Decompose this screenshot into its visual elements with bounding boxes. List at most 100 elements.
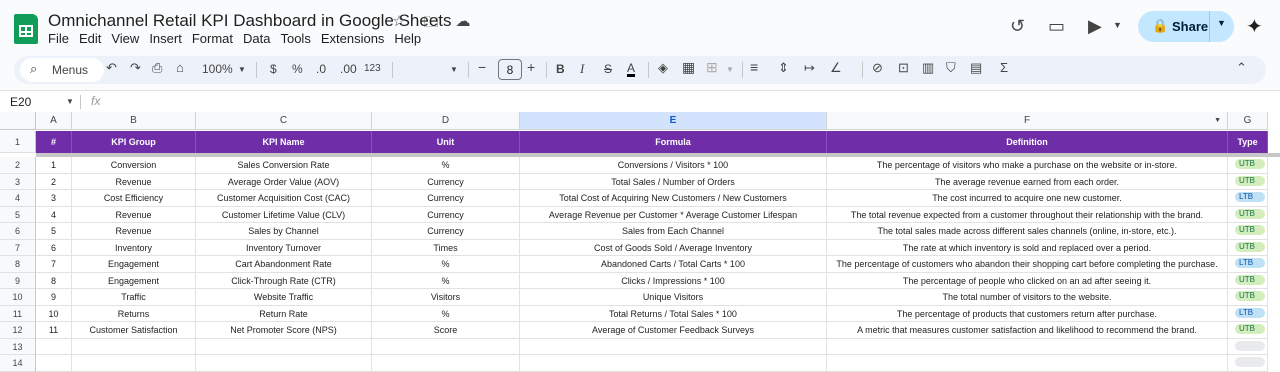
percent-format-button[interactable]: % bbox=[292, 62, 303, 76]
table-cell[interactable]: The average revenue earned from each ord… bbox=[827, 173, 1228, 190]
column-header-a[interactable]: A bbox=[36, 112, 72, 130]
row-header[interactable]: 3 bbox=[0, 173, 36, 190]
name-box-dropdown-icon[interactable]: ▼ bbox=[66, 97, 74, 106]
font-dropdown-icon[interactable]: ▼ bbox=[450, 65, 458, 74]
table-cell[interactable]: The rate at which inventory is sold and … bbox=[827, 239, 1228, 256]
table-cell[interactable]: The percentage of people who clicked on … bbox=[827, 272, 1228, 289]
redo-icon[interactable]: ↷ bbox=[130, 60, 141, 76]
type-dropdown-chip[interactable]: UTB bbox=[1235, 159, 1265, 169]
print-icon[interactable]: ⎙ bbox=[152, 60, 162, 76]
table-cell[interactable]: % bbox=[372, 305, 520, 322]
share-button[interactable]: 🔒 Share ▼ bbox=[1138, 11, 1234, 42]
type-cell[interactable]: LTB bbox=[1228, 190, 1268, 207]
type-cell[interactable]: UTB bbox=[1228, 223, 1268, 240]
table-cell[interactable]: 3 bbox=[36, 190, 72, 207]
type-dropdown-chip[interactable]: UTB bbox=[1235, 175, 1265, 186]
filter-dropdown-icon[interactable]: ▼ bbox=[1214, 112, 1221, 130]
filter-icon[interactable]: ⛉ bbox=[946, 60, 956, 76]
type-cell[interactable]: UTB bbox=[1228, 322, 1268, 339]
table-cell[interactable]: Total Cost of Acquiring New Customers / … bbox=[520, 190, 827, 207]
row-header[interactable]: 1 bbox=[0, 131, 36, 153]
table-cell[interactable]: Average Order Value (AOV) bbox=[196, 173, 372, 190]
column-header-b[interactable]: B bbox=[72, 112, 196, 130]
merge-dropdown-icon[interactable]: ▼ bbox=[726, 65, 734, 74]
table-cell[interactable]: Net Promoter Score (NPS) bbox=[196, 322, 372, 339]
insert-comment-icon[interactable]: ⊡ bbox=[898, 60, 909, 76]
menu-format[interactable]: Format bbox=[192, 31, 233, 46]
column-header-d[interactable]: D bbox=[372, 112, 520, 130]
borders-icon[interactable]: ▦ bbox=[682, 59, 695, 76]
empty-dropdown-chip[interactable] bbox=[1235, 340, 1265, 351]
table-cell[interactable] bbox=[196, 338, 372, 355]
table-cell[interactable]: Inventory bbox=[72, 239, 196, 256]
column-header-f[interactable]: F ▼ bbox=[827, 112, 1228, 130]
table-cell[interactable]: Currency bbox=[372, 223, 520, 240]
table-cell[interactable] bbox=[36, 355, 72, 372]
gemini-icon[interactable]: ✦ bbox=[1246, 14, 1263, 39]
comments-icon[interactable]: ▭ bbox=[1048, 16, 1065, 37]
table-cell[interactable]: 2 bbox=[36, 173, 72, 190]
table-cell[interactable] bbox=[72, 355, 196, 372]
row-header[interactable]: 10 bbox=[0, 289, 36, 306]
table-cell[interactable]: Inventory Turnover bbox=[196, 239, 372, 256]
table-cell[interactable] bbox=[520, 355, 827, 372]
table-cell[interactable]: Currency bbox=[372, 206, 520, 223]
table-cell[interactable] bbox=[520, 338, 827, 355]
table-cell[interactable] bbox=[372, 338, 520, 355]
strikethrough-button[interactable]: S bbox=[604, 62, 612, 76]
table-cell[interactable]: Visitors bbox=[372, 289, 520, 306]
table-cell[interactable]: Traffic bbox=[72, 289, 196, 306]
table-cell[interactable]: Returns bbox=[72, 305, 196, 322]
table-cell[interactable]: Customer Lifetime Value (CLV) bbox=[196, 206, 372, 223]
table-cell[interactable]: Revenue bbox=[72, 206, 196, 223]
type-cell[interactable]: UTB bbox=[1228, 173, 1268, 190]
menu-tools[interactable]: Tools bbox=[280, 31, 310, 46]
table-cell[interactable]: 11 bbox=[36, 322, 72, 339]
share-dropdown-icon[interactable]: ▼ bbox=[1217, 18, 1226, 28]
select-all-corner[interactable] bbox=[0, 112, 36, 130]
sheets-logo-icon[interactable] bbox=[14, 14, 38, 44]
table-cell[interactable]: A metric that measures customer satisfac… bbox=[827, 322, 1228, 339]
spreadsheet-grid[interactable]: A B C D E F ▼ G 1 2 3 4 5 6 7 8 9 10 11 12 13 14 # KPI Group KPI… bbox=[0, 112, 1280, 372]
table-cell[interactable]: Total Returns / Total Sales * 100 bbox=[520, 305, 827, 322]
undo-icon[interactable]: ↶ bbox=[106, 60, 117, 76]
menu-help[interactable]: Help bbox=[394, 31, 421, 46]
column-header-c[interactable]: C bbox=[196, 112, 372, 130]
type-dropdown-chip[interactable]: LTB bbox=[1235, 307, 1265, 318]
menu-data[interactable]: Data bbox=[243, 31, 270, 46]
table-cell[interactable]: Abandoned Carts / Total Carts * 100 bbox=[520, 256, 827, 273]
meet-icon[interactable]: ▶ bbox=[1088, 16, 1102, 37]
table-cell[interactable]: Conversions / Visitors * 100 bbox=[520, 157, 827, 174]
table-cell[interactable]: The percentage of products that customer… bbox=[827, 305, 1228, 322]
table-cell[interactable]: The total revenue expected from a custom… bbox=[827, 206, 1228, 223]
table-cell[interactable]: Clicks / Impressions * 100 bbox=[520, 272, 827, 289]
table-cell[interactable]: Cost Efficiency bbox=[72, 190, 196, 207]
more-formats-button[interactable]: 123 bbox=[364, 63, 381, 74]
empty-dropdown-chip[interactable] bbox=[1235, 357, 1265, 367]
table-cell[interactable]: Currency bbox=[372, 190, 520, 207]
cloud-status-icon[interactable]: ☁ bbox=[452, 12, 474, 37]
zoom-select[interactable]: 100% bbox=[202, 62, 233, 76]
type-dropdown-chip[interactable]: LTB bbox=[1235, 258, 1265, 268]
table-cell[interactable] bbox=[36, 338, 72, 355]
table-cell[interactable]: Customer Acquisition Cost (CAC) bbox=[196, 190, 372, 207]
table-cell[interactable]: Return Rate bbox=[196, 305, 372, 322]
table-cell[interactable]: Website Traffic bbox=[196, 289, 372, 306]
table-cell[interactable]: The cost incurred to acquire one new cus… bbox=[827, 190, 1228, 207]
row-header[interactable]: 7 bbox=[0, 239, 36, 256]
table-cell[interactable]: 4 bbox=[36, 206, 72, 223]
type-dropdown-chip[interactable]: UTB bbox=[1235, 324, 1265, 334]
table-cell[interactable]: Cart Abandonment Rate bbox=[196, 256, 372, 273]
history-icon[interactable]: ↺ bbox=[1010, 16, 1025, 37]
type-cell[interactable]: UTB bbox=[1228, 272, 1268, 289]
table-cell[interactable]: % bbox=[372, 157, 520, 174]
functions-button[interactable]: Σ bbox=[1000, 60, 1008, 75]
type-dropdown-chip[interactable]: UTB bbox=[1235, 241, 1265, 252]
type-cell[interactable]: LTB bbox=[1228, 305, 1268, 322]
row-header[interactable]: 8 bbox=[0, 256, 36, 273]
table-cell[interactable]: Unique Visitors bbox=[520, 289, 827, 306]
table-cell[interactable] bbox=[72, 338, 196, 355]
decrease-font-size-button[interactable]: − bbox=[478, 59, 486, 75]
table-cell[interactable]: Conversion bbox=[72, 157, 196, 174]
table-cell[interactable]: Times bbox=[372, 239, 520, 256]
